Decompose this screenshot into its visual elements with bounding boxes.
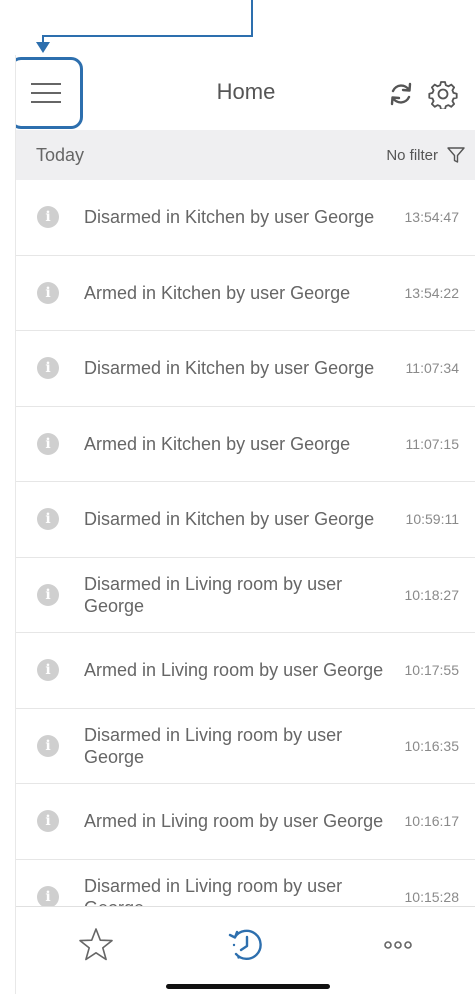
info-icon: i bbox=[37, 734, 59, 757]
event-time: 11:07:34 bbox=[405, 360, 459, 377]
star-icon bbox=[79, 928, 113, 961]
section-header: Today No filter bbox=[16, 130, 475, 180]
event-time: 10:15:28 bbox=[404, 888, 460, 905]
info-icon: i bbox=[37, 206, 59, 229]
hamburger-menu-icon bbox=[31, 83, 61, 103]
filter-button[interactable]: No filter bbox=[386, 145, 466, 165]
list-item[interactable]: i Disarmed in Living room by user George… bbox=[16, 709, 475, 784]
list-item[interactable]: i Disarmed in Kitchen by user George 13:… bbox=[16, 180, 475, 256]
app-window: Home Today No filter i Disarmed in Kitch… bbox=[15, 55, 475, 994]
event-time: 13:54:47 bbox=[404, 209, 460, 226]
info-icon: i bbox=[37, 508, 59, 531]
info-icon: i bbox=[37, 357, 59, 380]
tab-bar bbox=[16, 906, 475, 994]
event-list: i Disarmed in Kitchen by user George 13:… bbox=[16, 180, 475, 935]
event-time: 13:54:22 bbox=[404, 284, 460, 301]
list-item[interactable]: i Disarmed in Living room by user George… bbox=[16, 558, 475, 633]
home-indicator[interactable] bbox=[166, 984, 330, 989]
more-dots-icon bbox=[384, 941, 412, 949]
event-time: 10:17:55 bbox=[404, 662, 460, 679]
list-item[interactable]: i Armed in Living room by user George 10… bbox=[16, 784, 475, 860]
event-text: Armed in Living room by user George bbox=[84, 660, 384, 681]
event-text: Disarmed in Kitchen by user George bbox=[84, 358, 375, 379]
event-text: Armed in Living room by user George bbox=[84, 811, 384, 832]
section-title: Today bbox=[36, 144, 85, 165]
event-text: Disarmed in Living room by user George bbox=[84, 573, 343, 616]
funnel-icon bbox=[447, 147, 465, 163]
list-item[interactable]: i Armed in Kitchen by user George 13:54:… bbox=[16, 256, 475, 331]
annotation-arrow-head bbox=[36, 42, 50, 53]
page-title: Home bbox=[216, 79, 276, 104]
event-time: 10:59:11 bbox=[405, 511, 459, 528]
info-icon: i bbox=[37, 810, 59, 833]
event-text: Disarmed in Kitchen by user George bbox=[84, 207, 375, 228]
tab-more[interactable] bbox=[378, 925, 418, 965]
info-icon: i bbox=[37, 659, 59, 682]
event-time: 10:18:27 bbox=[404, 586, 460, 603]
list-item[interactable]: i Disarmed in Kitchen by user George 11:… bbox=[16, 331, 475, 407]
tab-favorites[interactable] bbox=[76, 925, 116, 965]
tab-history[interactable] bbox=[226, 925, 266, 965]
gear-icon bbox=[428, 81, 458, 111]
info-icon: i bbox=[37, 583, 59, 606]
event-time: 10:16:17 bbox=[404, 813, 460, 830]
refresh-button[interactable] bbox=[386, 79, 416, 109]
list-item[interactable]: i Disarmed in Kitchen by user George 10:… bbox=[16, 482, 475, 558]
info-icon: i bbox=[37, 281, 59, 304]
event-text: Disarmed in Kitchen by user George bbox=[84, 509, 375, 530]
menu-button[interactable] bbox=[16, 57, 83, 129]
event-text: Disarmed in Living room by user George bbox=[84, 724, 343, 767]
info-icon: i bbox=[37, 885, 59, 908]
history-clock-icon bbox=[228, 929, 262, 961]
event-time: 11:07:15 bbox=[405, 435, 459, 452]
list-item[interactable]: i Armed in Kitchen by user George 11:07:… bbox=[16, 407, 475, 482]
annotation-pointer-line bbox=[251, 0, 253, 37]
refresh-icon bbox=[390, 82, 412, 106]
annotation-pointer-line bbox=[42, 35, 253, 37]
settings-button[interactable] bbox=[428, 79, 458, 111]
filter-label: No filter bbox=[386, 146, 438, 164]
event-time: 10:16:35 bbox=[404, 737, 460, 754]
top-bar: Home bbox=[16, 55, 475, 130]
event-text: Armed in Kitchen by user George bbox=[84, 433, 351, 454]
list-item[interactable]: i Armed in Living room by user George 10… bbox=[16, 633, 475, 709]
info-icon: i bbox=[37, 432, 59, 455]
event-text: Armed in Kitchen by user George bbox=[84, 282, 351, 303]
